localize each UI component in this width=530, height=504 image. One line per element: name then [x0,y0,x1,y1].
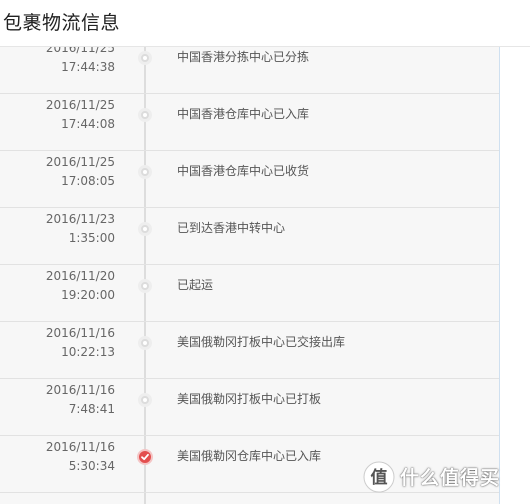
entry-date: 2016/11/20 [45,269,115,283]
entry-date: 2016/11/25 [45,155,115,169]
watermark-text: 什么值得买 [400,467,501,489]
check-icon [137,449,153,465]
entry-status: 中国香港仓库中心已收货 [177,164,310,178]
entry-time: 7:48:41 [68,402,115,416]
entry-time: 19:20:00 [61,288,115,302]
timeline-row: 2016/11/16 7:48:41 美国俄勒冈打板中心已打板 [0,379,499,436]
svg-text:值: 值 [371,467,388,488]
pending-dot-icon [138,108,152,122]
entry-date: 2016/11/25 [45,98,115,112]
timeline-row: 2016/11/25 17:44:38 中国香港分拣中心已分拣 [0,47,499,94]
entry-status: 美国俄勒冈打板中心已打板 [177,392,322,406]
smzdm-logo-icon: 值 [363,461,395,493]
timeline-row: 2016/11/23 1:35:00 已到达香港中转中心 [0,208,499,265]
entry-date: 2016/11/16 [45,326,115,340]
pending-dot-icon [138,165,152,179]
entry-status: 美国俄勒冈仓库中心已入库 [177,449,322,463]
timeline-row: 2016/11/25 17:44:08 中国香港仓库中心已入库 [0,94,499,151]
entry-time: 17:44:38 [61,60,115,74]
entry-date: 2016/11/16 [45,383,115,397]
pending-dot-icon [138,222,152,236]
entry-date: 2016/11/25 [45,47,115,55]
page-header: 包裹物流信息 [0,0,530,47]
entry-time: 17:44:08 [61,117,115,131]
entry-date: 2016/11/23 [45,212,115,226]
page-title: 包裹物流信息 [3,12,121,34]
timeline-row: 2016/11/16 10:22:13 美国俄勒冈打板中心已交接出库 [0,322,499,379]
entry-status: 已起运 [177,278,214,292]
entry-time: 10:22:13 [61,345,115,359]
pending-dot-icon [138,336,152,350]
pending-dot-icon [138,51,152,65]
entry-date: 2016/11/16 [45,440,115,454]
entry-status: 中国香港分拣中心已分拣 [177,50,310,64]
entry-time: 1:35:00 [68,231,115,245]
pending-dot-icon [138,279,152,293]
entry-time: 17:08:05 [61,174,115,188]
timeline-row: 2016/11/20 19:20:00 已起运 [0,265,499,322]
timeline-row: 2016/11/25 17:08:05 中国香港仓库中心已收货 [0,151,499,208]
logistics-timeline: 2016/11/25 17:44:38 中国香港分拣中心已分拣 2016/11/… [0,47,500,504]
entry-status: 已到达香港中转中心 [177,221,286,235]
entry-time: 5:30:34 [68,459,115,473]
entry-status: 中国香港仓库中心已入库 [177,107,310,121]
entry-status: 美国俄勒冈打板中心已交接出库 [177,335,346,349]
pending-dot-icon [138,393,152,407]
watermark: 值 什么值得买 [362,458,530,498]
